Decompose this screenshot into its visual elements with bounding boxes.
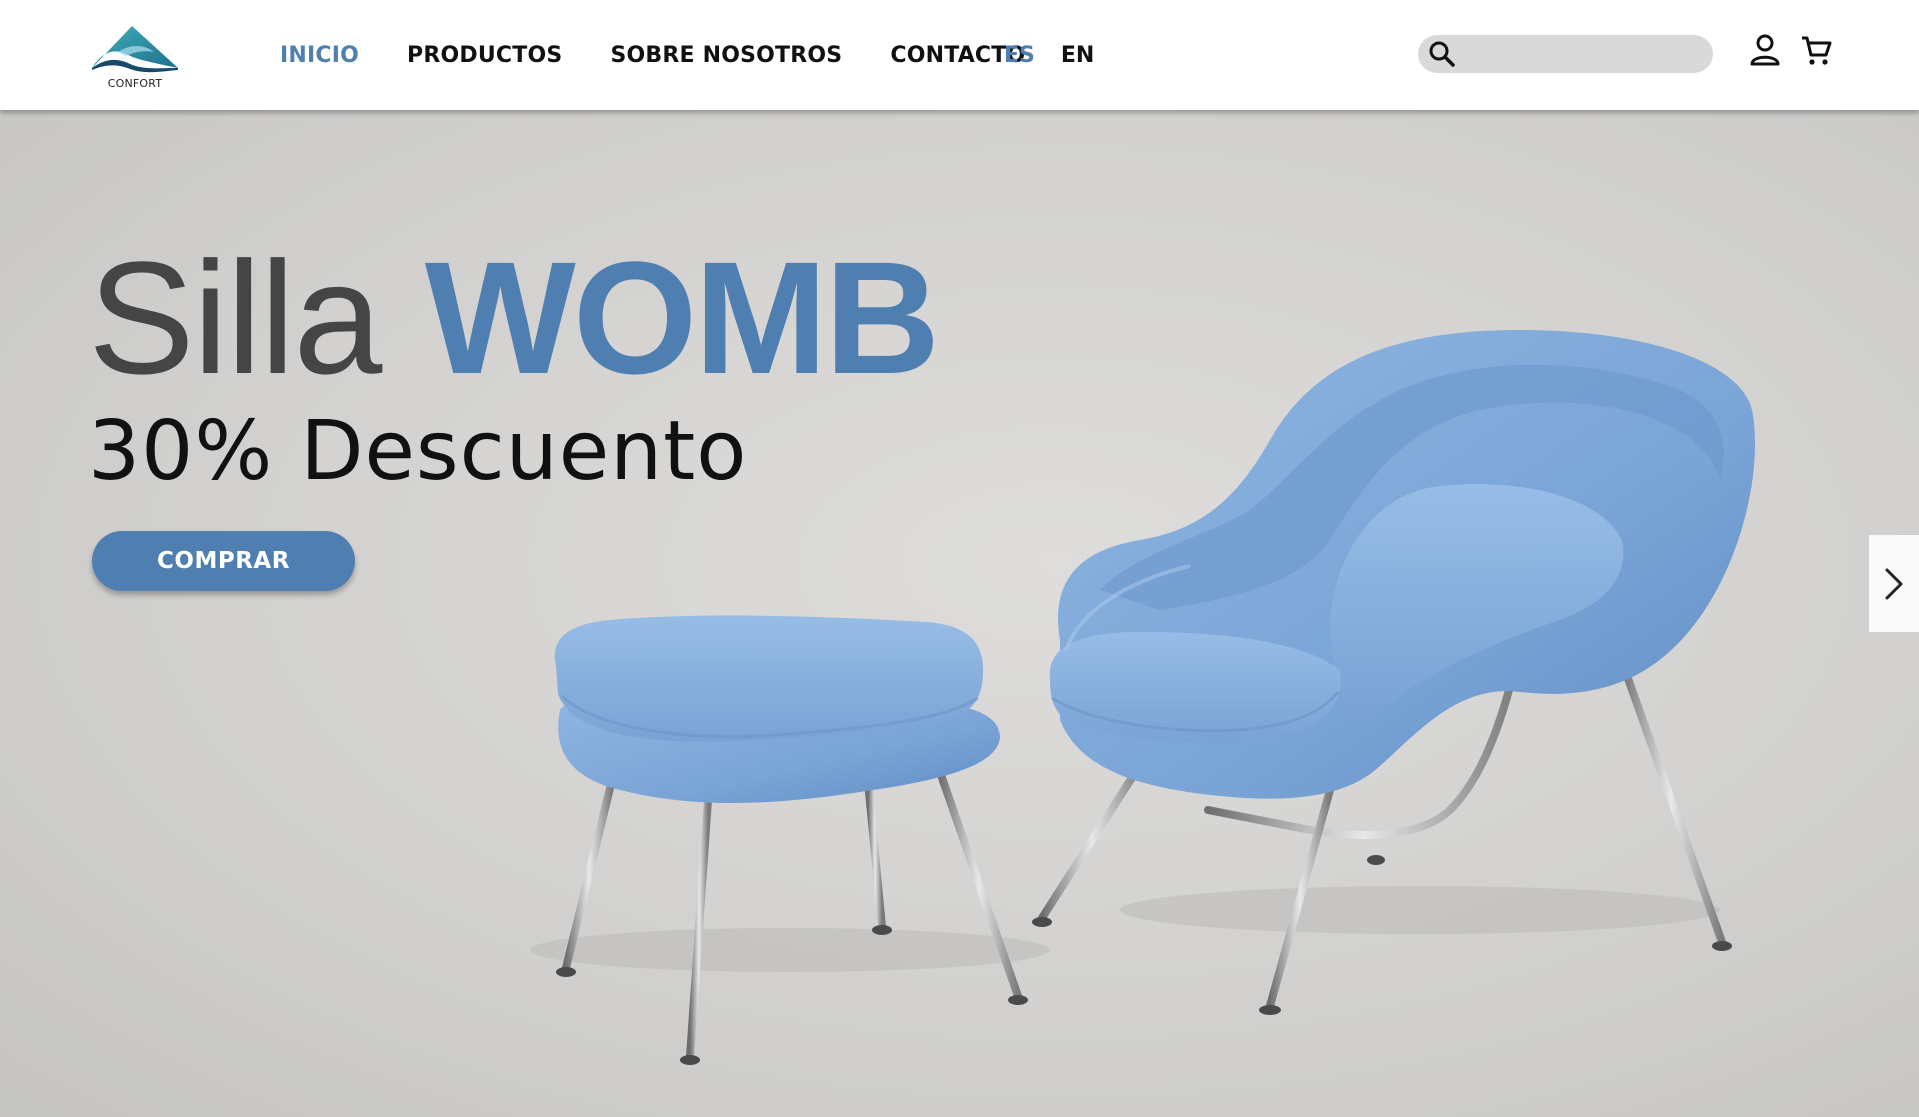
brand-logo[interactable]: CONFORT bbox=[88, 22, 182, 92]
hero-banner: Silla WOMB 30% Descuento COMPRAR bbox=[0, 110, 1919, 1117]
site-header: CONFORT INICIO PRODUCTOS SOBRE NOSOTROS … bbox=[0, 0, 1919, 110]
language-en[interactable]: EN bbox=[1061, 43, 1094, 68]
hero-discount-text: 30% Descuento bbox=[88, 404, 748, 499]
carousel-next-button[interactable] bbox=[1869, 535, 1919, 632]
buy-button[interactable]: COMPRAR bbox=[92, 531, 355, 591]
chevron-right-icon bbox=[1885, 568, 1903, 599]
search-icon[interactable] bbox=[1428, 40, 1456, 68]
main-nav: INICIO PRODUCTOS SOBRE NOSOTROS CONTACTO bbox=[280, 0, 1073, 110]
hero-title: Silla WOMB bbox=[88, 238, 940, 398]
brand-name: CONFORT bbox=[107, 77, 163, 90]
search-bar[interactable] bbox=[1418, 35, 1713, 73]
cart-icon[interactable] bbox=[1800, 33, 1832, 67]
user-icon[interactable] bbox=[1749, 33, 1781, 67]
nav-item-sobre-nosotros[interactable]: SOBRE NOSOTROS bbox=[610, 43, 842, 68]
hero-title-product: Silla bbox=[88, 228, 382, 407]
nav-item-inicio[interactable]: INICIO bbox=[280, 43, 359, 68]
logo-mark-icon bbox=[92, 26, 178, 73]
nav-item-productos[interactable]: PRODUCTOS bbox=[407, 43, 562, 68]
hero-title-model: WOMB bbox=[424, 228, 940, 407]
language-es[interactable]: ES bbox=[1004, 43, 1035, 68]
language-switcher: ES EN bbox=[1004, 0, 1120, 110]
search-input[interactable] bbox=[1464, 35, 1699, 73]
